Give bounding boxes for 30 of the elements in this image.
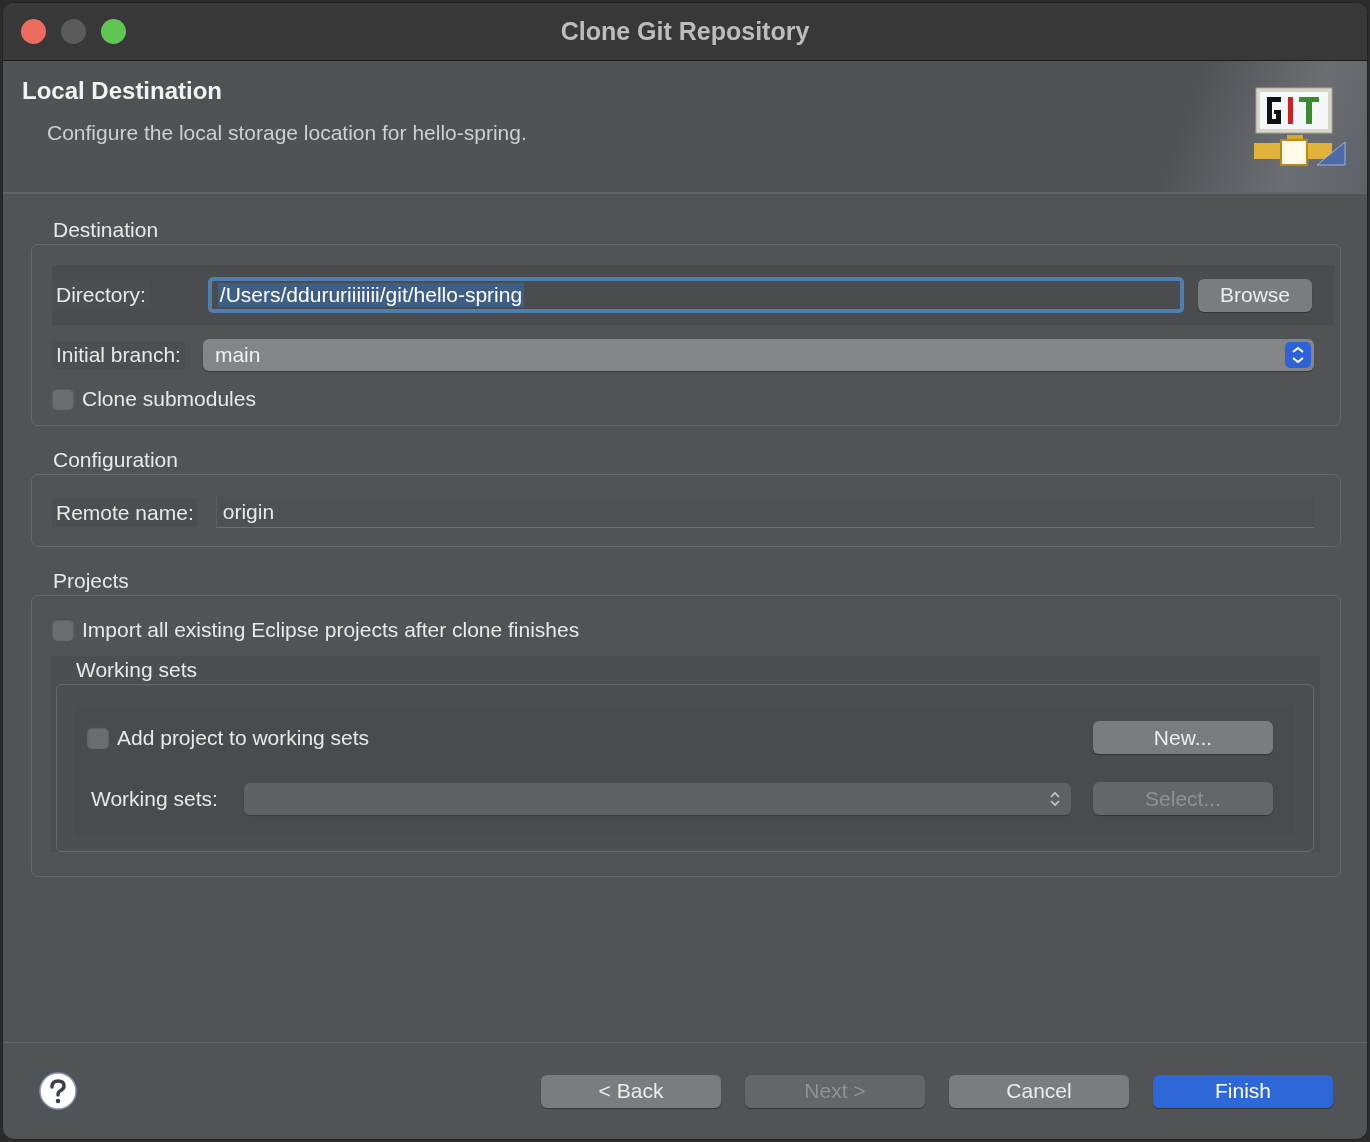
new-button[interactable]: New... [1093,721,1273,754]
window-title: Clone Git Repository [560,17,810,46]
checkbox[interactable] [52,388,74,410]
dialog-button[interactable]: < Back [541,1074,721,1108]
dialog-button[interactable]: Cancel [949,1074,1129,1108]
page-title: Local Destination [22,77,224,105]
field-label: Remote name: [52,498,198,527]
help-icon[interactable] [39,1072,77,1110]
page-description: Configure the local storage location for hello-spring. [47,121,527,145]
dropdown-arrows-icon [1049,789,1061,808]
checkbox-label: Add project to working sets [117,725,370,750]
branch-dropdown[interactable]: main [202,339,1314,371]
minimize-icon[interactable] [61,19,86,44]
checkbox[interactable] [52,619,74,641]
dialog-button[interactable]: Finish [1153,1074,1333,1108]
input-field[interactable]: /Users/ddururiiiiiii/git/hello-spring [207,277,1184,313]
field-label: Initial branch: [52,341,185,369]
field-label: Working sets: [90,785,219,812]
group-heading: Working sets [76,658,197,682]
close-icon[interactable] [21,19,46,44]
group-heading: Configuration [53,448,178,472]
dropdown-arrows-icon [1285,342,1311,368]
input-field[interactable]: origin [215,497,1314,528]
checkbox[interactable] [87,726,109,749]
group-heading: Destination [53,218,159,242]
zoom-icon[interactable] [101,19,126,44]
checkbox-label: Clone submodules [82,387,256,411]
browse-button[interactable]: Browse [1197,278,1312,312]
group-heading: Projects [53,569,129,593]
checkbox-label: Import all existing Eclipse projects after clone finishes [82,618,580,642]
